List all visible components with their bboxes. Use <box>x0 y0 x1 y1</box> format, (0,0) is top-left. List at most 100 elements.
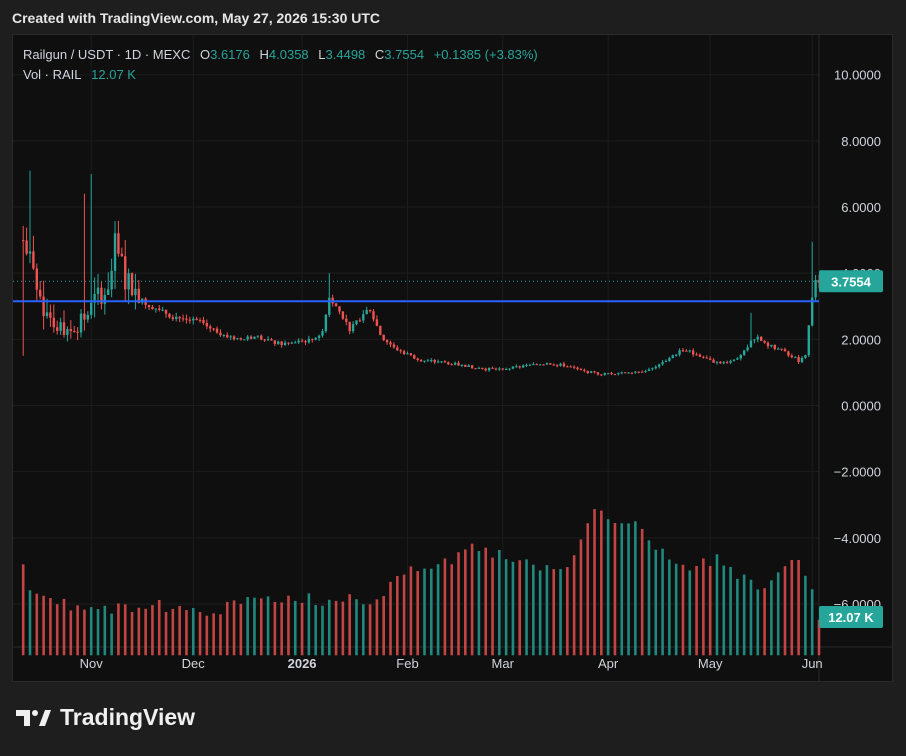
candle-body <box>623 372 627 374</box>
candle-body <box>151 306 154 310</box>
candle-body <box>793 357 797 359</box>
volume-bar <box>382 596 385 656</box>
candle-body <box>729 360 732 363</box>
candle-body <box>804 355 807 358</box>
candle-body <box>59 322 62 331</box>
volume-value: 12.07 K <box>91 67 136 82</box>
candle-body <box>263 339 266 341</box>
candle-body <box>668 358 671 362</box>
candle-body <box>351 324 355 332</box>
volume-bar <box>491 557 494 656</box>
volume-bar <box>280 602 283 656</box>
price-chart[interactable]: 10.00008.00006.00004.00002.00000.0000−2.… <box>13 35 892 681</box>
candle-body <box>396 347 399 351</box>
candle-body <box>317 335 321 338</box>
tradingview-logo-icon <box>16 709 51 726</box>
close-label: C <box>374 47 385 62</box>
volume-bar <box>35 593 39 656</box>
candle-body <box>671 355 674 359</box>
candle-body <box>90 302 93 315</box>
candle-body <box>362 314 365 321</box>
candle-body <box>236 338 239 340</box>
ohlc-row: Railgun / USDT · 1D · MEXC O3.6176 H4.03… <box>23 45 538 65</box>
candle-body <box>154 308 158 310</box>
volume-bar <box>715 554 719 656</box>
candle-body <box>266 339 270 341</box>
candle-body <box>698 354 702 357</box>
candle-body <box>324 314 328 332</box>
volume-bar <box>674 563 678 656</box>
candle-body <box>86 314 90 320</box>
volume-bar <box>729 567 732 656</box>
candle-body <box>113 233 117 271</box>
candle-body <box>586 370 589 374</box>
candle-body <box>232 336 236 340</box>
volume-bar <box>416 571 420 656</box>
chart-frame[interactable]: 10.00008.00006.00004.00002.00000.0000−2.… <box>12 34 893 682</box>
candle-body <box>426 360 430 362</box>
volume-bar <box>464 549 467 656</box>
candle-body <box>511 366 515 369</box>
candle-body <box>708 358 712 360</box>
volume-bar <box>395 576 399 656</box>
candle-body <box>494 368 498 370</box>
volume-bar <box>634 521 637 656</box>
volume-bar <box>42 595 45 656</box>
candle-body <box>695 354 698 356</box>
candle-body <box>674 354 678 356</box>
candle-body <box>807 325 810 356</box>
x-tick-label-1: Dec <box>182 656 206 671</box>
low-value: 3.4498 <box>325 47 366 62</box>
volume-bar <box>640 528 644 656</box>
candle-body <box>460 364 464 366</box>
volume-bar <box>321 605 324 656</box>
candle-body <box>661 362 664 365</box>
candle-body <box>76 331 79 333</box>
volume-bar <box>552 569 556 656</box>
candle-body <box>464 364 467 367</box>
symbol-label[interactable]: Railgun / USDT · 1D · MEXC <box>23 47 190 62</box>
candle-body <box>773 344 776 350</box>
candle-body <box>243 339 246 341</box>
volume-bar <box>457 552 460 656</box>
candle-body <box>45 312 49 317</box>
volume-bar <box>790 559 794 656</box>
candle-body <box>453 362 457 365</box>
candle-body <box>25 240 28 254</box>
last-price-badge: 3.7554 <box>819 270 883 293</box>
candle-body <box>314 337 317 340</box>
candle-body <box>719 361 722 364</box>
candle-body <box>436 361 440 363</box>
volume-bar <box>532 564 535 656</box>
candle-body <box>440 361 443 363</box>
volume-bar <box>810 589 814 656</box>
candle-body <box>742 350 746 355</box>
candle-body <box>545 363 549 365</box>
price-axis: 10.00008.00006.00004.00002.00000.0000−2.… <box>834 68 881 612</box>
candle-body <box>205 323 209 327</box>
volume-bar <box>171 608 175 656</box>
tradingview-logo[interactable]: TradingView <box>14 704 195 731</box>
volume-bar <box>776 572 780 656</box>
candle-body <box>736 358 739 360</box>
volume-bar <box>293 601 297 656</box>
candle-body <box>484 368 487 371</box>
candle-body <box>600 374 603 376</box>
volume-bar <box>402 574 406 656</box>
candle-body <box>229 336 232 338</box>
volume-bar <box>253 597 256 656</box>
candle-body <box>103 294 107 304</box>
volume-bar <box>49 598 52 656</box>
volume-bar <box>287 595 290 656</box>
candle-body <box>212 328 215 330</box>
candle-body <box>365 310 368 315</box>
candle-body <box>637 371 640 373</box>
candle-body <box>358 320 362 322</box>
volume-bar <box>232 600 236 656</box>
candle-body <box>246 336 249 340</box>
volume-bar <box>797 560 800 656</box>
y-tick-label-4: 2.0000 <box>841 332 881 347</box>
volume-bar <box>484 547 488 656</box>
volume-label[interactable]: Vol · RAIL <box>23 67 82 82</box>
candle-body <box>413 355 416 359</box>
